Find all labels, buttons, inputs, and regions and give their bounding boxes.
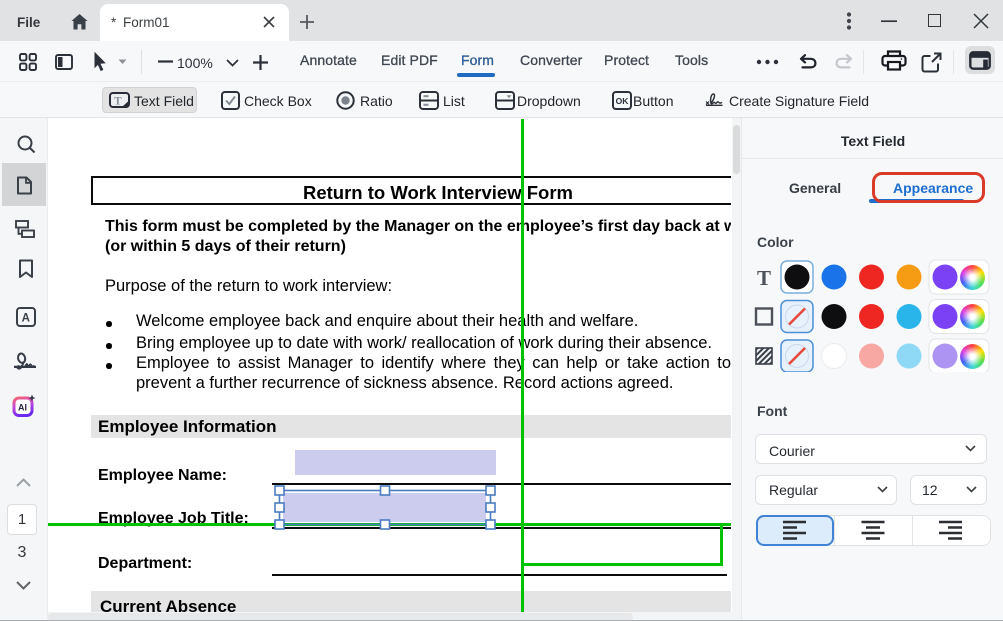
svg-text:OK: OK bbox=[616, 96, 630, 106]
svg-text:T: T bbox=[757, 266, 771, 290]
svg-text:A: A bbox=[22, 313, 30, 325]
svg-text:T: T bbox=[114, 96, 122, 108]
svg-text:AI: AI bbox=[18, 403, 27, 413]
